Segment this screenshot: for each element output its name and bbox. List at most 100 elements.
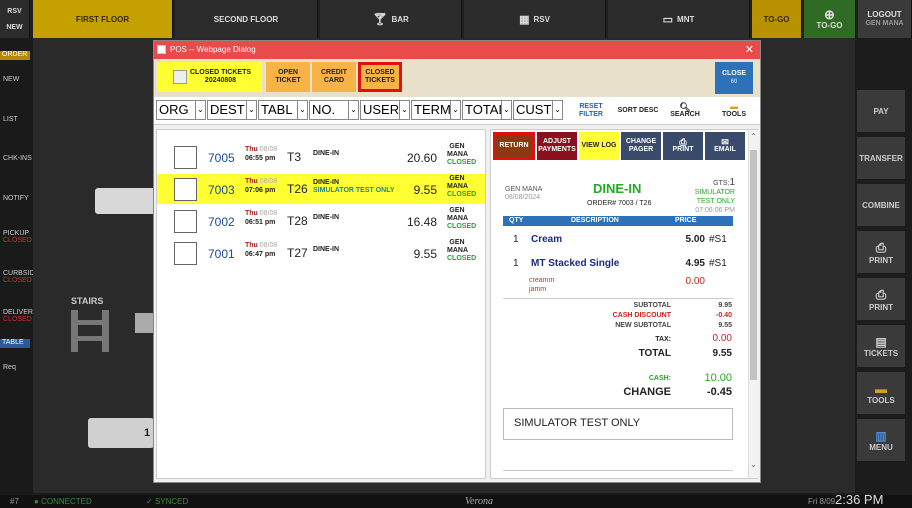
ticket-checkbox[interactable] [174, 178, 197, 201]
floor-table-partial[interactable] [135, 313, 153, 333]
logout-button[interactable]: LOGOUT GEN MANA [858, 0, 912, 38]
change-label: CHANGE [623, 386, 671, 398]
view-log-button[interactable]: VIEW LOG [579, 132, 619, 160]
tab-mnt[interactable]: ▭ MNT [608, 0, 750, 38]
rsv-new-button[interactable]: RSV NEW [0, 0, 30, 38]
tab-bar[interactable]: 🍸︎ BAR [320, 0, 462, 38]
filter-tabl[interactable]: TABL ⌄ [258, 100, 308, 120]
new-subtotal-value: 9.55 [718, 322, 732, 329]
dialog-close-button[interactable]: CLOSE 60 [715, 62, 753, 94]
ticket-checkbox[interactable] [174, 146, 197, 169]
adjust-payments-button[interactable]: ADJUST PAYMENTS [537, 132, 577, 160]
tab-first-floor[interactable]: FIRST FLOOR [33, 0, 173, 38]
left-pickup-button[interactable]: PICKUP CLOSED [0, 230, 32, 244]
ticket-amount: 16.48 [407, 215, 438, 229]
left-delivery-button[interactable]: DELIVER CLOSED [0, 309, 33, 323]
ticket-list: 7005 Thu 08/08 06:55 pm T3 DINE-IN 20.60… [156, 129, 486, 479]
left-new-button[interactable]: NEW [0, 76, 32, 83]
ticket-checkbox[interactable] [174, 210, 197, 233]
print-button-1[interactable]: ⎙ PRINT [857, 231, 905, 273]
col-desc: DESCRIPTION [571, 217, 619, 224]
chevron-up-icon[interactable]: ⌃ [750, 132, 757, 141]
ticket-row[interactable]: 7001 Thu 08/08 06:47 pm T27 DINE-IN 9.55… [157, 238, 485, 268]
delivery-status: CLOSED [3, 316, 32, 323]
ticket-row-selected[interactable]: 7003 Thu 08/08 07:06 pm T26 DINE-IN SIMU… [157, 174, 485, 204]
print-ticket-button[interactable]: ⎙ PRINT [663, 132, 703, 160]
filter-bar: ORG ⌄ DEST ⌄ TABL ⌄ NO. ⌄ USER ⌄ TERM ⌄ TOTAL ⌄… [154, 97, 760, 125]
dialog-app-icon [157, 45, 166, 54]
scrollbar-thumb[interactable] [750, 150, 757, 380]
search-button[interactable]: 🔍︎ SEARCH [661, 99, 709, 123]
receipt-order-no: ORDER# 7003 / T26 [587, 200, 652, 207]
filter-org[interactable]: ORG ⌄ [156, 100, 206, 120]
return-button[interactable]: RETURN [493, 132, 535, 160]
ticket-checkbox[interactable] [174, 242, 197, 265]
email-button[interactable]: ✉ EMAIL [705, 132, 745, 160]
to-go-button[interactable]: TO-GO [752, 0, 802, 38]
receipt-gts: GTS:1 [695, 177, 735, 188]
tab-open-ticket[interactable]: OPEN TICKET [266, 62, 310, 92]
filter-total[interactable]: TOTAL ⌄ [462, 100, 512, 120]
left-req-button[interactable]: Req [0, 364, 32, 371]
ticket-time: 06:47 pm [245, 251, 276, 258]
filter-no[interactable]: NO. ⌄ [309, 100, 359, 120]
tools-dialog-button[interactable]: ▬ TOOLS [711, 99, 757, 123]
receipt-item[interactable]: 1 Cream 5.00 #S1 [503, 234, 733, 248]
tab-credit-card[interactable]: CREDIT CARD [312, 62, 356, 92]
header-checkbox[interactable] [173, 70, 187, 84]
ticket-day: Thu 08/08 [245, 146, 277, 153]
tickets-button[interactable]: ▤ TICKETS [857, 325, 905, 367]
chevron-down-icon: ⌄ [297, 101, 307, 119]
transfer-button[interactable]: TRANSFER [857, 137, 905, 179]
sort-desc-button[interactable]: SORT DESC [617, 99, 659, 123]
close-countdown: 60 [730, 79, 738, 85]
ticket-type: DINE-IN [313, 214, 340, 221]
cash-discount-label: CASH DISCOUNT [612, 312, 671, 319]
filter-cust[interactable]: CUST ⌄ [513, 100, 563, 120]
filter-org-label: ORG [159, 102, 189, 117]
ticket-weekday: Thu [245, 178, 258, 185]
left-curbside-button[interactable]: CURBSID CLOSED [0, 270, 35, 284]
closed-tickets-date: 20240808 [204, 77, 237, 84]
ticket-row[interactable]: 7002 Thu 08/08 06:51 pm T28 DINE-IN 16.4… [157, 206, 485, 236]
filter-dest-label: DEST [210, 102, 245, 117]
to-go-add-button[interactable]: ⊕ TO-GO [804, 0, 856, 38]
receipt-user: GEN MANA [505, 186, 543, 193]
receipt-item[interactable]: 1 MT Stacked Single 4.95 #S1 [503, 258, 733, 272]
ticket-number: 7005 [208, 151, 235, 165]
delivery-label: DELIVER [3, 309, 33, 316]
ticket-status: CLOSED [447, 159, 477, 166]
total-label: TOTAL [638, 348, 671, 359]
left-list-button[interactable]: LIST [0, 116, 32, 123]
pay-button[interactable]: PAY [857, 90, 905, 132]
left-chk-ins-button[interactable]: CHK-INS [0, 155, 32, 162]
floor-table-1[interactable]: 1 [88, 418, 154, 448]
cocktail-icon: 🍸︎ [372, 12, 388, 26]
ticket-row[interactable]: 7005 Thu 08/08 06:55 pm T3 DINE-IN 20.60… [157, 142, 485, 172]
menu-button[interactable]: ▥ MENU [857, 419, 905, 461]
filter-term[interactable]: TERM ⌄ [411, 100, 461, 120]
dialog-title-bar: POS -- Webpage Dialog ✕ [154, 41, 760, 59]
detail-scrollbar[interactable]: ⌃ ⌄ [748, 130, 758, 478]
ticket-amount: 9.55 [413, 247, 437, 261]
item-modifiers: creamm jamm [529, 276, 554, 294]
tab-rsv[interactable]: ▦ RSV [464, 0, 606, 38]
reset-filter-button[interactable]: RESET FILTER [567, 99, 615, 123]
left-notify-button[interactable]: NOTIFY [0, 195, 32, 202]
chevron-down-icon: ⌄ [552, 101, 562, 119]
filter-no-label: NO. [312, 102, 336, 117]
clock-label: 2:36 PM [835, 492, 884, 507]
tab-second-floor[interactable]: SECOND FLOOR [175, 0, 318, 38]
ticket-type: DINE-IN [313, 150, 340, 157]
ticket-user-last: MANA [447, 215, 468, 222]
combine-button[interactable]: COMBINE [857, 184, 905, 226]
chevron-down-icon[interactable]: ⌄ [750, 460, 757, 469]
tools-button[interactable]: ▬ TOOLS [857, 372, 905, 414]
tab-closed-tickets[interactable]: CLOSED TICKETS [358, 62, 402, 92]
print-button-2[interactable]: ⎙ PRINT [857, 278, 905, 320]
dialog-close-icon[interactable]: ✕ [745, 41, 754, 59]
change-pager-button[interactable]: CHANGE PAGER [621, 132, 661, 160]
filter-user-label: USER [363, 102, 400, 117]
filter-user[interactable]: USER ⌄ [360, 100, 410, 120]
filter-dest[interactable]: DEST ⌄ [207, 100, 257, 120]
